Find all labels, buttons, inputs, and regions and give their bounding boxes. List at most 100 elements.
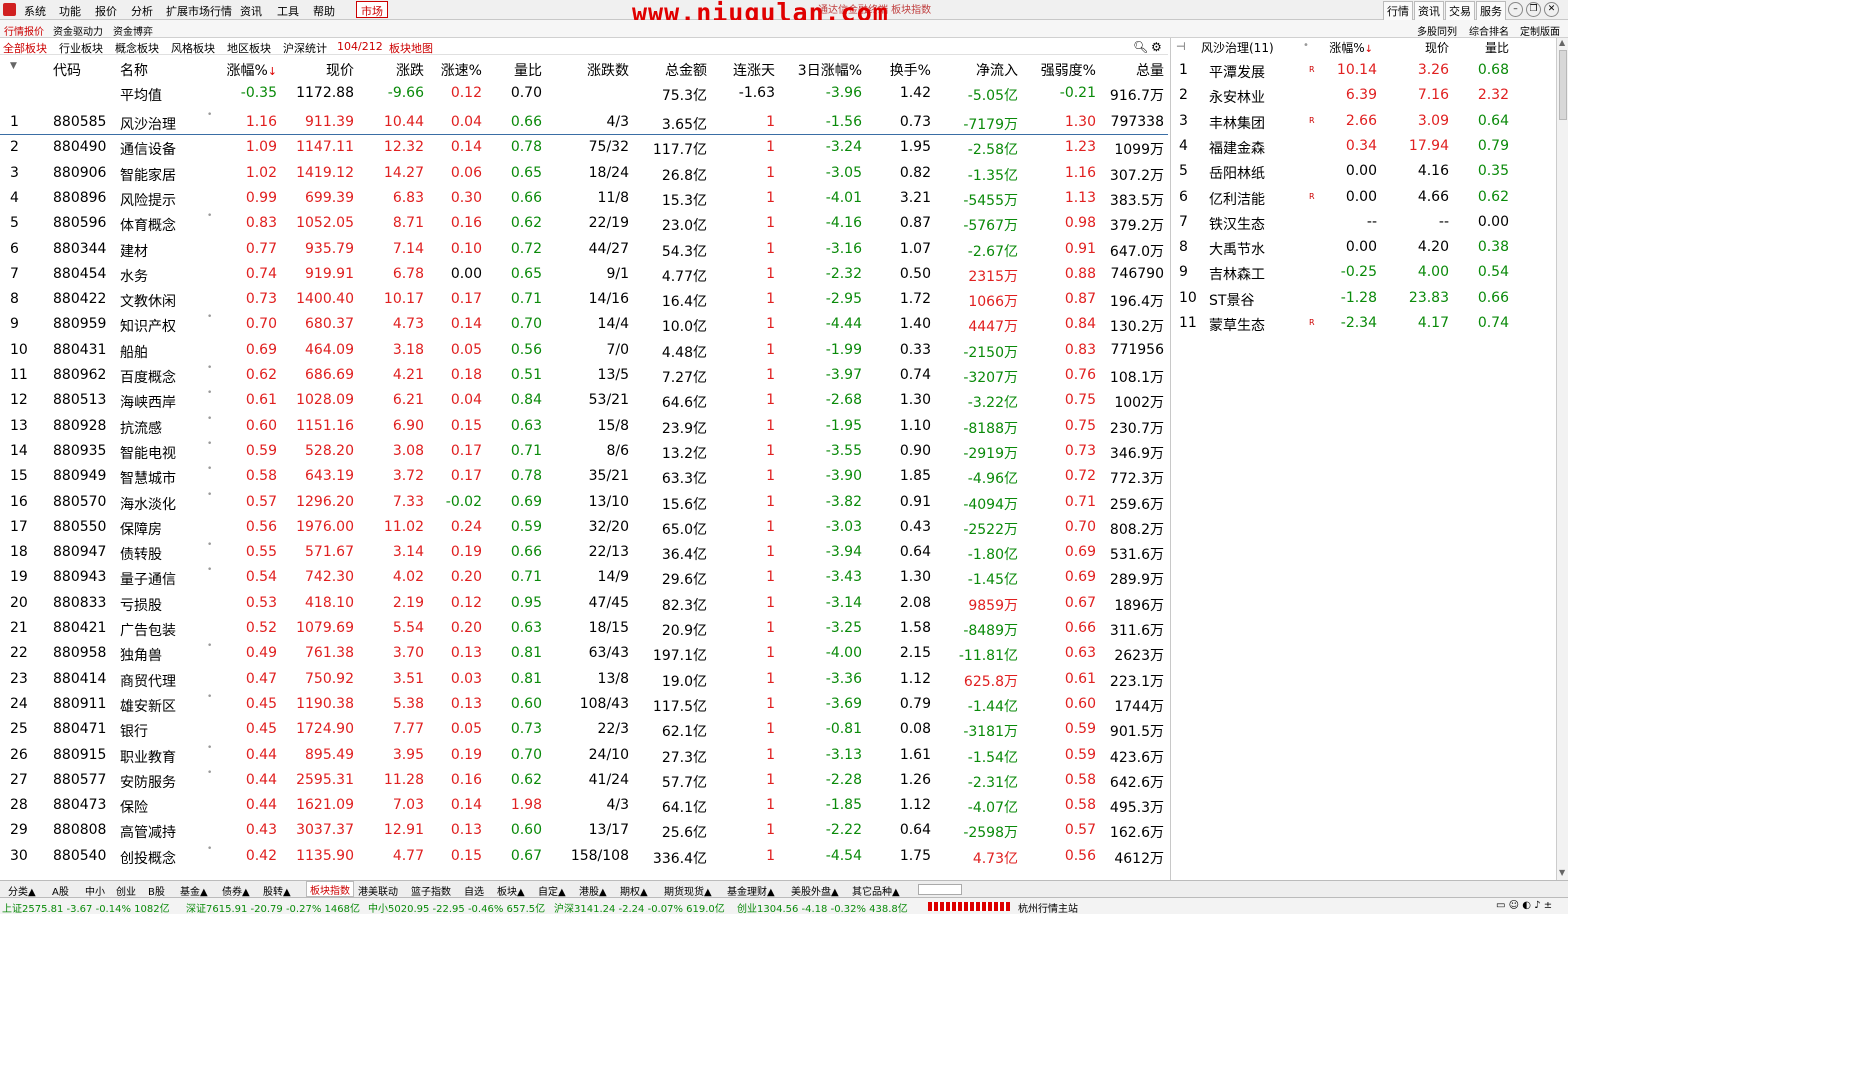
col-header-updown[interactable]: 涨跌数 — [542, 60, 629, 80]
tab-all-boards[interactable]: 全部板块 — [3, 40, 47, 56]
tab-region-boards[interactable]: 地区板块 — [227, 40, 271, 56]
bottom-tab[interactable]: 港美联动 — [358, 883, 398, 898]
pin-icon[interactable]: ⊣ — [1176, 40, 1186, 53]
tab-scroller[interactable] — [918, 884, 962, 895]
table-row[interactable]: 15 880949 智慧城市 0.58 643.19 3.72 0.17 0.78 35/21 6… — [0, 464, 1168, 489]
col-header-diff[interactable]: 涨跌 — [354, 60, 424, 80]
panel-row[interactable]: 6 亿利洁能 R 0.00 4.66 0.62 — [1171, 185, 1557, 210]
panel-header-volratio[interactable]: 量比 — [1449, 39, 1509, 56]
panel-row[interactable]: 11 蒙草生态 R -2.34 4.17 0.74 — [1171, 311, 1557, 336]
custom-layout-button[interactable]: 定制版面 — [1520, 23, 1560, 38]
gear-icon[interactable]: ⚙ — [1151, 40, 1162, 54]
panel-row[interactable]: 5 岳阳林纸 0.00 4.16 0.35 — [1171, 159, 1557, 184]
panel-row[interactable]: 7 铁汉生态 -- -- 0.00 — [1171, 210, 1557, 235]
quote-button[interactable]: 行情 — [1383, 1, 1413, 21]
col-header-amount[interactable]: 总金额 — [629, 60, 707, 80]
table-row[interactable]: 28 880473 保险 0.44 1621.09 7.03 0.14 1.98 4/3 64.1… — [0, 793, 1168, 818]
table-row[interactable]: 4 880896 风险提示 0.99 699.39 6.83 0.30 0.66 11/8 15.… — [0, 186, 1168, 211]
close-icon[interactable]: ✕ — [1544, 2, 1559, 17]
table-row[interactable]: 22 880958 独角兽 0.49 761.38 3.70 0.13 0.81 63/43 19… — [0, 641, 1168, 666]
menu-info[interactable]: 资讯 — [240, 3, 262, 19]
table-row[interactable]: 21 880421 广告包装 0.52 1079.69 5.54 0.20 0.63 18/15… — [0, 616, 1168, 641]
scroll-down-icon[interactable]: ▼ — [1559, 868, 1565, 877]
menu-function[interactable]: 功能 — [59, 3, 81, 19]
col-header-code[interactable]: 代码 — [53, 60, 81, 80]
rank-button[interactable]: 综合排名 — [1469, 23, 1509, 38]
menu-tools[interactable]: 工具 — [277, 3, 299, 19]
table-row[interactable]: 10 880431 船舶 0.69 464.09 3.18 0.05 0.56 7/0 4.48亿… — [0, 338, 1168, 363]
trade-button[interactable]: 交易 — [1445, 1, 1475, 21]
panel-row[interactable]: 9 吉林森工 -0.25 4.00 0.54 — [1171, 260, 1557, 285]
tab-hs-stats[interactable]: 沪深统计 — [283, 40, 327, 56]
table-row[interactable]: 7 880454 水务 0.74 919.91 6.78 0.00 0.65 9/1 4.77亿 1… — [0, 262, 1168, 287]
server-name[interactable]: 杭州行情主站 — [1018, 900, 1078, 915]
bottom-tab[interactable]: 期权▲ — [620, 883, 648, 898]
bottom-tab[interactable]: 板块▲ — [497, 883, 525, 898]
table-row[interactable]: 23 880414 商贸代理 0.47 750.92 3.51 0.03 0.81 13/8 19… — [0, 667, 1168, 692]
status-icons[interactable]: ▭ ☺ ◐ ♪ ± — [1496, 900, 1552, 911]
table-row[interactable]: 6 880344 建材 0.77 935.79 7.14 0.10 0.72 44/27 54.3… — [0, 237, 1168, 262]
col-header-volratio[interactable]: 量比 — [482, 60, 542, 80]
panel-header-price[interactable]: 现价 — [1393, 39, 1449, 56]
col-header-3day[interactable]: 3日涨幅% — [775, 60, 862, 80]
bottom-tab[interactable]: 创业 — [116, 883, 136, 898]
restore-icon[interactable]: ❐ — [1526, 2, 1541, 17]
bottom-tab[interactable]: 债券▲ — [222, 883, 250, 898]
panel-row[interactable]: 3 丰林集团 R 2.66 3.09 0.64 — [1171, 109, 1557, 134]
panel-header-change[interactable]: 涨幅%↓ — [1321, 39, 1373, 56]
panel-row[interactable]: 2 永安林业 6.39 7.16 2.32 — [1171, 83, 1557, 108]
col-header-name[interactable]: 名称 — [120, 60, 148, 80]
col-header-days[interactable]: 连涨天 — [707, 60, 775, 80]
market-tab[interactable]: 市场 — [356, 1, 388, 18]
table-row[interactable]: 12 880513 海峡西岸 0.61 1028.09 6.21 0.04 0.84 53/21… — [0, 388, 1168, 413]
col-header-price[interactable]: 现价 — [265, 60, 354, 80]
minimize-icon[interactable]: – — [1508, 2, 1523, 17]
service-button[interactable]: 服务 — [1476, 1, 1506, 21]
bottom-tab[interactable]: 其它品种▲ — [852, 883, 900, 898]
col-header-volume[interactable]: 总量 — [1096, 60, 1164, 80]
tab-fund-game[interactable]: 资金博弈 — [113, 23, 153, 38]
table-row[interactable]: 8 880422 文教休闲 0.73 1400.40 10.17 0.17 0.71 14/16… — [0, 287, 1168, 312]
bottom-tab[interactable]: 基金▲ — [180, 883, 208, 898]
tab-quote[interactable]: 行情报价 — [4, 23, 44, 38]
bottom-tab[interactable]: 股转▲ — [263, 883, 291, 898]
menu-quote[interactable]: 报价 — [95, 3, 117, 19]
tab-concept-boards[interactable]: 概念板块 — [115, 40, 159, 56]
table-row[interactable]: 13 880928 抗流感 0.60 1151.16 6.90 0.15 0.63 15/8 23… — [0, 414, 1168, 439]
scroll-thumb[interactable] — [1559, 50, 1567, 120]
bottom-tab[interactable]: 自选 — [464, 883, 484, 898]
col-header-turnover[interactable]: 换手% — [862, 60, 931, 80]
col-header-speed[interactable]: 涨速% — [424, 60, 482, 80]
table-row[interactable]: 20 880833 亏损股 0.53 418.10 2.19 0.12 0.95 47/45 82… — [0, 591, 1168, 616]
col-header-netflow[interactable]: 净流入 — [931, 60, 1018, 80]
table-row[interactable]: 1 880585 风沙治理 1.16 911.39 10.44 0.04 0.66 4/3 3.6… — [0, 110, 1168, 135]
bottom-tab[interactable]: 港股▲ — [579, 883, 607, 898]
menu-system[interactable]: 系统 — [24, 3, 46, 19]
table-row[interactable]: 26 880915 职业教育 0.44 895.49 3.95 0.19 0.70 24/10 2… — [0, 743, 1168, 768]
menu-ext-market[interactable]: 扩展市场行情 — [166, 3, 232, 19]
bottom-tab[interactable]: 篮子指数 — [411, 883, 451, 898]
sort-menu-icon[interactable]: ▼ — [10, 61, 17, 71]
panel-row[interactable]: 1 平潭发展 R 10.14 3.26 0.68 — [1171, 58, 1557, 83]
table-row[interactable]: 2 880490 通信设备 1.09 1147.11 12.32 0.14 0.78 75/32… — [0, 135, 1168, 160]
multi-stock-button[interactable]: 多股同列 — [1417, 23, 1457, 38]
table-row[interactable]: 29 880808 高管减持 0.43 3037.37 12.91 0.13 0.60 13/1… — [0, 818, 1168, 843]
tab-fund-drive[interactable]: 资金驱动力 — [53, 23, 103, 38]
table-row[interactable]: 16 880570 海水淡化 0.57 1296.20 7.33 -0.02 0.69 13/1… — [0, 490, 1168, 515]
table-row[interactable]: 17 880550 保障房 0.56 1976.00 11.02 0.24 0.59 32/20… — [0, 515, 1168, 540]
menu-analysis[interactable]: 分析 — [131, 3, 153, 19]
bottom-tab[interactable]: 自定▲ — [538, 883, 566, 898]
panel-row[interactable]: 10 ST景谷 -1.28 23.83 0.66 — [1171, 286, 1557, 311]
table-row[interactable]: 14 880935 智能电视 0.59 528.20 3.08 0.17 0.71 8/6 13.… — [0, 439, 1168, 464]
tab-industry-boards[interactable]: 行业板块 — [59, 40, 103, 56]
col-header-strength[interactable]: 强弱度% — [1018, 60, 1096, 80]
table-row[interactable]: 3 880906 智能家居 1.02 1419.12 14.27 0.06 0.65 18/24… — [0, 161, 1168, 186]
table-row[interactable]: 9 880959 知识产权 0.70 680.37 4.73 0.14 0.70 14/4 10.… — [0, 312, 1168, 337]
bottom-tab[interactable]: 中小 — [85, 883, 105, 898]
table-row[interactable]: 11 880962 百度概念 0.62 686.69 4.21 0.18 0.51 13/5 7.… — [0, 363, 1168, 388]
table-row[interactable]: 24 880911 雄安新区 0.45 1190.38 5.38 0.13 0.60 108/4… — [0, 692, 1168, 717]
table-row[interactable]: 18 880947 债转股 0.55 571.67 3.14 0.19 0.66 22/13 36… — [0, 540, 1168, 565]
bottom-tab[interactable]: A股 — [52, 883, 69, 898]
bottom-tab[interactable]: 美股外盘▲ — [791, 883, 839, 898]
scroll-up-icon[interactable]: ▲ — [1559, 38, 1565, 47]
